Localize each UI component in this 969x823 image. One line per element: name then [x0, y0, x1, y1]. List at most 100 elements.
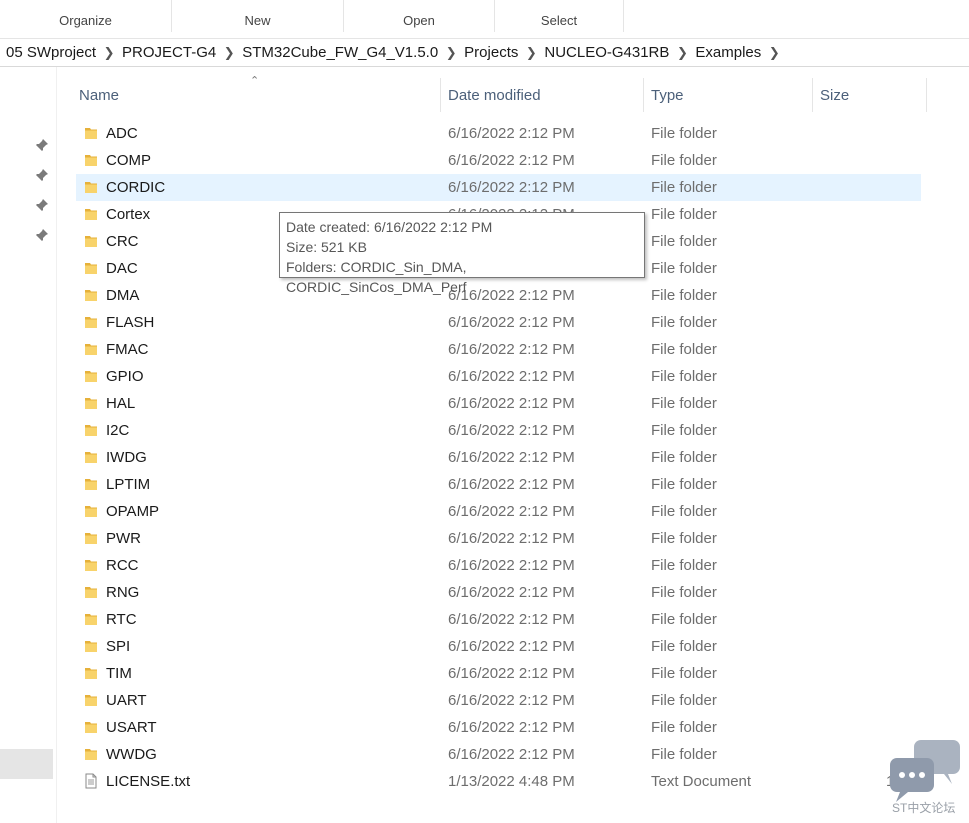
file-date-modified: 6/16/2022 2:12 PM: [448, 152, 575, 169]
navigation-pane-selected-item[interactable]: [0, 749, 53, 779]
file-row[interactable]: I2C 6/16/2022 2:12 PM File folder: [76, 417, 921, 444]
file-row[interactable]: COMP 6/16/2022 2:12 PM File folder: [76, 147, 921, 174]
file-row[interactable]: RCC 6/16/2022 2:12 PM File folder: [76, 552, 921, 579]
column-header-date[interactable]: Date modified: [444, 78, 643, 112]
file-date-modified: 6/16/2022 2:12 PM: [448, 746, 575, 763]
pin-icon[interactable]: [34, 227, 50, 243]
file-name: FLASH: [106, 314, 155, 331]
column-header-name[interactable]: Name: [75, 78, 440, 112]
file-type: File folder: [651, 422, 717, 439]
file-type: File folder: [651, 584, 717, 601]
file-date-modified: 6/16/2022 2:12 PM: [448, 665, 575, 682]
file-name: FMAC: [106, 341, 149, 358]
column-divider[interactable]: [812, 78, 813, 112]
pin-icon[interactable]: [34, 167, 50, 183]
file-name: PWR: [106, 530, 141, 547]
file-name: CRC: [106, 233, 139, 250]
file-row[interactable]: USART 6/16/2022 2:12 PM File folder: [76, 714, 921, 741]
file-date-modified: 6/16/2022 2:12 PM: [448, 719, 575, 736]
pin-icon[interactable]: [34, 197, 50, 213]
column-header-type[interactable]: Type: [647, 78, 812, 112]
tooltip-date-created: Date created: 6/16/2022 2:12 PM: [286, 219, 493, 235]
breadcrumb-item[interactable]: NUCLEO-G431RB ❯: [544, 44, 695, 61]
file-row[interactable]: FMAC 6/16/2022 2:12 PM File folder: [76, 336, 921, 363]
file-name: USART: [106, 719, 157, 736]
file-row[interactable]: CORDIC 6/16/2022 2:12 PM File folder: [76, 174, 921, 201]
file-row[interactable]: UART 6/16/2022 2:12 PM File folder: [76, 687, 921, 714]
folder-icon: [84, 665, 98, 681]
breadcrumb-item[interactable]: Examples ❯: [695, 44, 787, 61]
breadcrumb-label: 05 SWproject: [6, 44, 97, 61]
column-header-size[interactable]: Size: [816, 78, 926, 112]
file-row[interactable]: ADC 6/16/2022 2:12 PM File folder: [76, 120, 921, 147]
breadcrumb-item[interactable]: Projects ❯: [464, 44, 544, 61]
navigation-pane: [0, 67, 57, 823]
file-date-modified: 6/16/2022 2:12 PM: [448, 584, 575, 601]
chevron-right-icon[interactable]: ❯: [438, 45, 464, 61]
file-row[interactable]: HAL 6/16/2022 2:12 PM File folder: [76, 390, 921, 417]
file-type: File folder: [651, 341, 717, 358]
file-row[interactable]: FLASH 6/16/2022 2:12 PM File folder: [76, 309, 921, 336]
file-name: UART: [106, 692, 147, 709]
file-date-modified: 6/16/2022 2:12 PM: [448, 503, 575, 520]
file-row[interactable]: LICENSE.txt 1/13/2022 4:48 PM Text Documen…: [76, 768, 921, 795]
tooltip-size: Size: 521 KB: [286, 239, 367, 255]
breadcrumb-item[interactable]: PROJECT-G4 ❯: [122, 44, 242, 61]
breadcrumb-label: STM32Cube_FW_G4_V1.5.0: [242, 44, 439, 61]
address-bar[interactable]: 05 SWproject ❯ PROJECT-G4 ❯ STM32Cube_FW_G…: [0, 38, 969, 67]
file-type: File folder: [651, 152, 717, 169]
folder-icon: [84, 503, 98, 519]
column-divider[interactable]: [440, 78, 441, 112]
ribbon-group-select[interactable]: Select: [495, 0, 624, 32]
file-type: File folder: [651, 503, 717, 520]
file-row[interactable]: RNG 6/16/2022 2:12 PM File folder: [76, 579, 921, 606]
folder-icon: [84, 314, 98, 330]
breadcrumb-item[interactable]: 05 SWproject ❯: [6, 44, 122, 61]
file-row[interactable]: GPIO 6/16/2022 2:12 PM File folder: [76, 363, 921, 390]
chevron-right-icon[interactable]: ❯: [669, 45, 695, 61]
column-divider[interactable]: [926, 78, 927, 112]
file-row[interactable]: PWR 6/16/2022 2:12 PM File folder: [76, 525, 921, 552]
column-divider[interactable]: [643, 78, 644, 112]
file-row[interactable]: OPAMP 6/16/2022 2:12 PM File folder: [76, 498, 921, 525]
column-header-label: Date modified: [448, 86, 541, 104]
file-name: GPIO: [106, 368, 144, 385]
file-row[interactable]: SPI 6/16/2022 2:12 PM File folder: [76, 633, 921, 660]
file-date-modified: 6/16/2022 2:12 PM: [448, 638, 575, 655]
file-row[interactable]: LPTIM 6/16/2022 2:12 PM File folder: [76, 471, 921, 498]
file-type: File folder: [651, 206, 717, 223]
chevron-right-icon[interactable]: ❯: [518, 45, 544, 61]
file-type: File folder: [651, 260, 717, 277]
file-row[interactable]: WWDG 6/16/2022 2:12 PM File folder: [76, 741, 921, 768]
folder-icon: [84, 233, 98, 249]
pin-icon[interactable]: [34, 137, 50, 153]
folder-icon: [84, 692, 98, 708]
ribbon-group-new[interactable]: New: [172, 0, 344, 32]
ribbon-group-label: New: [244, 13, 271, 28]
breadcrumb-label: NUCLEO-G431RB: [544, 44, 670, 61]
file-row[interactable]: IWDG 6/16/2022 2:12 PM File folder: [76, 444, 921, 471]
file-type: File folder: [651, 476, 717, 493]
file-name: LPTIM: [106, 476, 151, 493]
folder-icon: [84, 449, 98, 465]
forum-watermark-text: ST中文论坛: [892, 801, 956, 815]
chevron-right-icon[interactable]: ❯: [96, 45, 122, 61]
file-name: WWDG: [106, 746, 157, 763]
ribbon-group-open[interactable]: Open: [344, 0, 495, 32]
file-name: COMP: [106, 152, 151, 169]
breadcrumb-label: Projects: [464, 44, 519, 61]
file-row[interactable]: TIM 6/16/2022 2:12 PM File folder: [76, 660, 921, 687]
file-date-modified: 6/16/2022 2:12 PM: [448, 422, 575, 439]
file-type: File folder: [651, 530, 717, 547]
folder-info-tooltip: Date created: 6/16/2022 2:12 PM Size: 52…: [279, 212, 645, 295]
file-name: HAL: [106, 395, 136, 412]
file-name: ADC: [106, 125, 138, 142]
file-row[interactable]: RTC 6/16/2022 2:12 PM File folder: [76, 606, 921, 633]
ribbon-group-organize[interactable]: Organize: [0, 0, 172, 32]
file-date-modified: 6/16/2022 2:12 PM: [448, 179, 575, 196]
tooltip-folders: Folders: CORDIC_Sin_DMA, CORDIC_SinCos_D…: [286, 259, 467, 295]
folder-icon: [84, 638, 98, 654]
breadcrumb-item[interactable]: STM32Cube_FW_G4_V1.5.0 ❯: [242, 44, 464, 61]
chevron-right-icon[interactable]: ❯: [216, 45, 242, 61]
chevron-right-icon[interactable]: ❯: [761, 45, 787, 61]
